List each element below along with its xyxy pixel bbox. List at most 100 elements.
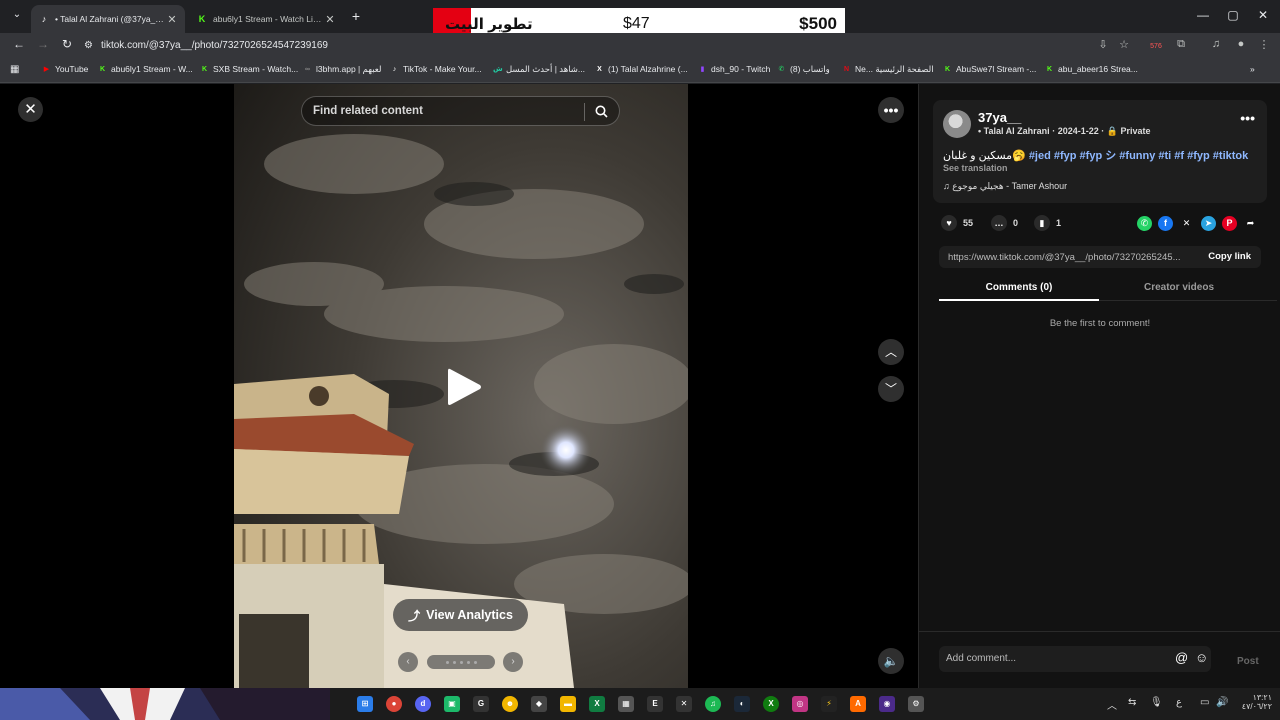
- tiktok-photo-viewer: ✕ Find related content ⤴ View Analytics …: [0, 84, 1280, 688]
- address-bar[interactable]: ⚙ tiktok.com/@37ya__/photo/7327026524547…: [84, 34, 1144, 56]
- bookmark-item[interactable]: N Ne... الصفحة الرئيسية: [842, 64, 934, 75]
- tab-search-button[interactable]: ⌄: [8, 9, 26, 20]
- music-link[interactable]: ♫ هجيلي موجوع - Tamer Ashour: [943, 181, 1067, 192]
- discord-icon[interactable]: d: [415, 696, 431, 712]
- tab-creator-videos[interactable]: Creator videos: [1099, 282, 1259, 293]
- minimize-button[interactable]: —: [1188, 8, 1218, 22]
- window-close-button[interactable]: ✕: [1248, 8, 1278, 22]
- tab-kick[interactable]: K abu6ly1 Stream - Watch Live on Kick ✕: [189, 5, 343, 33]
- view-analytics-button[interactable]: ⤴ View Analytics: [393, 599, 528, 631]
- reload-button[interactable]: ↻: [58, 37, 76, 51]
- app-icon[interactable]: ⚡: [821, 696, 837, 712]
- find-related-search[interactable]: Find related content: [301, 96, 620, 126]
- more-share-icon[interactable]: ➦: [1243, 216, 1258, 231]
- close-tab-icon[interactable]: ✕: [323, 13, 337, 26]
- mic-icon[interactable]: 🎙: [1150, 697, 1163, 708]
- close-viewer-button[interactable]: ✕: [18, 97, 43, 122]
- mention-icon[interactable]: @: [1175, 650, 1188, 665]
- extension-badge[interactable]: 576: [1148, 43, 1164, 50]
- forward-button[interactable]: →: [34, 37, 52, 51]
- carousel-prev-button[interactable]: ‹: [398, 652, 418, 672]
- emoji-icon[interactable]: ☺: [1195, 650, 1208, 665]
- bookmark-item[interactable]: X (1) Talal Alzahrine (...: [595, 64, 688, 74]
- bookmark-item[interactable]: ♪ TikTok - Make Your...: [390, 64, 482, 74]
- chrome-icon[interactable]: ●: [386, 696, 402, 712]
- input-language[interactable]: ع: [1176, 697, 1182, 708]
- apps-icon[interactable]: ▦: [10, 64, 19, 75]
- more-bookmarks-icon[interactable]: »: [1250, 64, 1255, 74]
- install-app-icon[interactable]: ⇩: [1095, 38, 1111, 51]
- file-explorer-icon[interactable]: ▬: [560, 696, 576, 712]
- close-tab-icon[interactable]: ✕: [165, 13, 179, 26]
- excel-icon[interactable]: X: [589, 696, 605, 712]
- tab-comments[interactable]: Comments (0): [939, 282, 1099, 293]
- save-button[interactable]: ▮ 1: [1034, 215, 1061, 231]
- maximize-button[interactable]: ▢: [1218, 8, 1248, 22]
- bookmark-item[interactable]: Kabu6ly1 Stream - W...: [98, 64, 193, 74]
- app-icon[interactable]: A: [850, 696, 866, 712]
- bookmark-item[interactable]: Kabu_abeer16 Strea...: [1045, 64, 1138, 74]
- emoji-app-icon[interactable]: ☻: [502, 696, 518, 712]
- x-share-icon[interactable]: ✕: [1179, 216, 1194, 231]
- pinterest-share-icon[interactable]: P: [1222, 216, 1237, 231]
- extensions-icon[interactable]: ⧉: [1173, 38, 1189, 51]
- username[interactable]: 37ya__: [978, 110, 1021, 125]
- bookmark-item[interactable]: K SXB Stream - Watch...: [200, 64, 298, 74]
- avatar[interactable]: [943, 110, 971, 138]
- bookmark-label: (1) Talal Alzahrine (...: [608, 64, 688, 74]
- bookmark-item[interactable]: ▮ dsh_90 - Twitch: [698, 64, 771, 74]
- store-icon[interactable]: ▦: [618, 696, 634, 712]
- telegram-share-icon[interactable]: ➤: [1201, 216, 1216, 231]
- tray-overflow-icon[interactable]: ︿: [1107, 697, 1117, 712]
- epic-games-icon[interactable]: E: [647, 696, 663, 712]
- spotify-icon[interactable]: ♫: [705, 696, 721, 712]
- profile-avatar-icon[interactable]: ●: [1233, 38, 1249, 50]
- play-icon[interactable]: [446, 366, 484, 408]
- carousel-next-button[interactable]: ›: [503, 652, 523, 672]
- wifi-icon[interactable]: ▭: [1200, 697, 1209, 708]
- network-icon[interactable]: ⇆: [1128, 697, 1136, 708]
- bookmark-item[interactable]: ش شاهد | أحدث المسل...: [493, 64, 585, 75]
- gaming-app-icon[interactable]: G: [473, 696, 489, 712]
- netflix-icon: N: [843, 66, 850, 73]
- see-translation-link[interactable]: See translation: [943, 163, 1008, 173]
- post-comment-button[interactable]: Post: [1237, 656, 1259, 667]
- site-info-icon[interactable]: ⚙: [84, 40, 93, 51]
- bookmark-item[interactable]: ▶ YouTube: [42, 64, 89, 74]
- steam-icon[interactable]: ◐: [734, 696, 750, 712]
- post-menu-icon[interactable]: •••: [1240, 110, 1255, 126]
- settings-icon[interactable]: ⚙: [908, 696, 924, 712]
- comment-input[interactable]: Add comment... @ ☺: [939, 646, 1211, 672]
- xbox-icon[interactable]: X: [763, 696, 779, 712]
- menu-icon[interactable]: ⋮: [1256, 38, 1272, 51]
- new-tab-button[interactable]: +: [347, 8, 365, 24]
- app-icon[interactable]: ▣: [444, 696, 460, 712]
- previous-post-button[interactable]: ︿: [878, 339, 904, 365]
- bookmark-item[interactable]: ∞ l3bhm.app | لعبهم: [303, 64, 381, 75]
- bookmark-item[interactable]: K AbuSwe7l Stream -...: [943, 64, 1036, 74]
- facebook-share-icon[interactable]: f: [1158, 216, 1173, 231]
- back-button[interactable]: ←: [10, 37, 28, 51]
- instagram-icon[interactable]: ◎: [792, 696, 808, 712]
- windows-start-icon[interactable]: ⊞: [357, 696, 373, 712]
- app-icon[interactable]: ✕: [676, 696, 692, 712]
- bookmark-item[interactable]: ✆ واتساب (8): [777, 64, 830, 75]
- whatsapp-share-icon[interactable]: ✆: [1137, 216, 1152, 231]
- app-icon[interactable]: ◆: [531, 696, 547, 712]
- volume-icon[interactable]: 🔊: [1216, 697, 1228, 708]
- bookmark-star-icon[interactable]: ☆: [1116, 38, 1132, 51]
- hashtags[interactable]: #jed #fyp #fyp シ #funny #ti #f #fyp #tik…: [1029, 150, 1248, 162]
- volume-button[interactable]: 🔈: [878, 648, 904, 674]
- media-icon[interactable]: ♫: [1208, 38, 1224, 50]
- like-button[interactable]: ♥ 55: [941, 215, 973, 231]
- app-icon[interactable]: ◉: [879, 696, 895, 712]
- next-post-button[interactable]: ﹀: [878, 376, 904, 402]
- share-link-url[interactable]: https://www.tiktok.com/@37ya__/photo/732…: [948, 252, 1188, 263]
- more-options-button[interactable]: •••: [878, 97, 904, 123]
- comment-button[interactable]: … 0: [991, 215, 1018, 231]
- tab-tiktok[interactable]: ♪ • Talal Al Zahrani (@37ya__) | TikTok …: [31, 5, 185, 33]
- clock[interactable]: ١٣:٢١ ٤٧/٠٦/٢٢: [1236, 693, 1272, 711]
- copy-link-button[interactable]: Copy link: [1208, 251, 1251, 262]
- search-icon[interactable]: [595, 105, 608, 118]
- post-meta: • Talal Al Zahrani · 2024-1-22 · 🔒 Priva…: [978, 126, 1151, 136]
